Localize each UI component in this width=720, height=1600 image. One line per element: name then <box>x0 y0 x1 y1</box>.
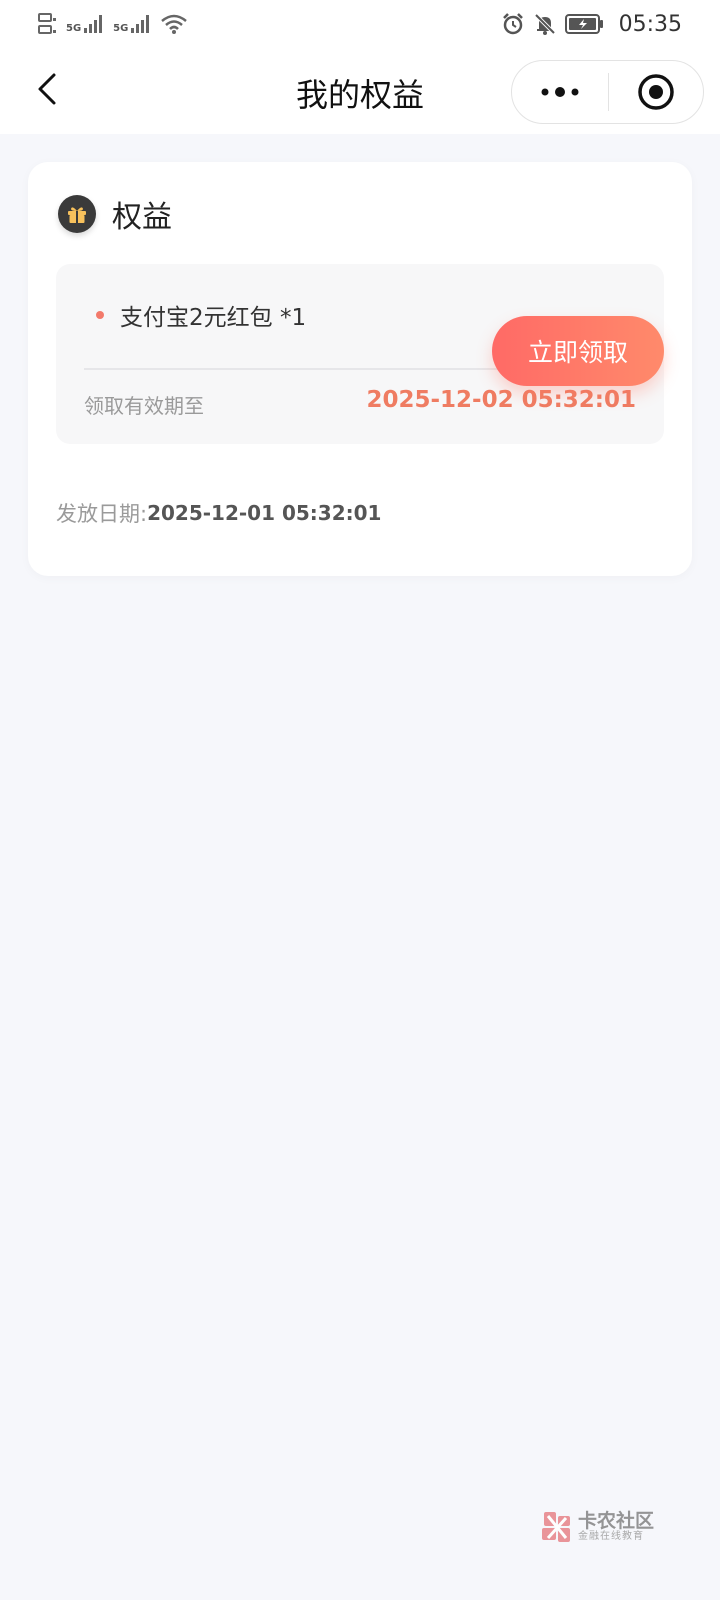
wifi-icon <box>161 14 188 34</box>
signal-group-1: 5G <box>66 14 105 34</box>
nav-header: 我的权益 <box>0 48 720 134</box>
network-type-2: 5G <box>113 23 129 34</box>
network-type-1: 5G <box>66 23 82 34</box>
status-right: 05:35 <box>501 12 682 37</box>
alarm-icon <box>502 13 523 35</box>
bullet-dot <box>96 311 104 319</box>
issue-date-label: 发放日期: <box>56 502 148 526</box>
benefit-item-text: 支付宝2元红包 *1 <box>120 305 307 331</box>
watermark-main: 卡农社区 <box>578 1510 655 1532</box>
status-bar: 5G 5G 05:35 <box>0 0 720 48</box>
status-time: 05:35 <box>618 11 682 37</box>
watermark-text: 卡农社区 金融在线教育 <box>578 1511 654 1543</box>
mute-icon <box>534 13 556 35</box>
miniprogram-capsule <box>511 60 704 124</box>
valid-until-label: 领取有效期至 <box>84 394 204 418</box>
issue-date-value: 2025-12-01 05:32:01 <box>147 501 382 525</box>
close-miniprogram-button[interactable] <box>609 61 703 123</box>
more-dots-icon <box>541 87 579 97</box>
card-header: 权益 <box>58 192 172 236</box>
benefit-item: 支付宝2元红包 *1 <box>96 298 306 332</box>
signal-icon <box>131 15 150 33</box>
card-title: 权益 <box>112 200 172 235</box>
signal-group-2: 5G <box>113 14 152 34</box>
kanong-logo-icon <box>542 1512 570 1542</box>
watermark: 卡农社区 金融在线教育 <box>540 1510 654 1544</box>
watermark-sub: 金融在线教育 <box>578 1531 644 1542</box>
gift-glyph <box>68 207 86 223</box>
issue-date-row: 发放日期: 2025-12-01 05:32:01 <box>56 498 381 528</box>
valid-until-value: 2025-12-02 05:32:01 <box>366 387 636 413</box>
signal-icon <box>84 15 103 33</box>
claim-now-button[interactable]: 立即领取 <box>492 316 664 386</box>
battery-icon <box>564 14 603 34</box>
target-circle-icon <box>638 74 674 110</box>
gift-icon <box>58 195 96 233</box>
status-left: 5G 5G <box>38 12 188 36</box>
more-button[interactable] <box>512 61 608 123</box>
sim-icon <box>38 13 56 34</box>
